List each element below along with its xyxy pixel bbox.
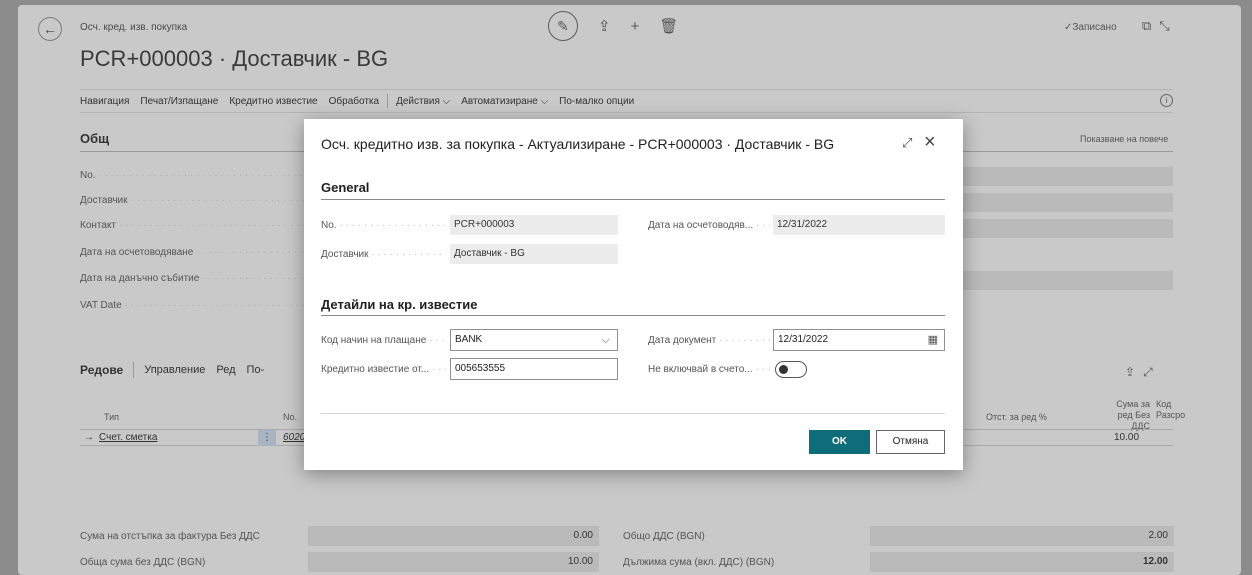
- window-icons: ⧉⤡: [1142, 18, 1178, 34]
- divider: [387, 94, 389, 108]
- doc-date-value: 12/31/2022: [778, 334, 829, 345]
- nav-automate[interactable]: Автоматизиране ⌵: [461, 96, 548, 107]
- divider: [963, 151, 1173, 152]
- exclude-toggle[interactable]: [775, 361, 807, 378]
- expand-icon[interactable]: ⤢: [902, 135, 912, 151]
- doc-date-input[interactable]: 12/31/2022 ▦: [773, 329, 945, 351]
- lines-line[interactable]: Ред: [216, 364, 235, 376]
- field-value-box: [963, 193, 1173, 212]
- divider: [321, 413, 945, 414]
- add-icon[interactable]: +: [631, 18, 640, 35]
- posting-date-value: 12/31/2022: [773, 215, 945, 235]
- exclude-label: Не включвай в счето...: [648, 364, 773, 375]
- row-menu-icon[interactable]: ⋮: [258, 430, 276, 446]
- share-icon[interactable]: ⇪: [598, 17, 611, 35]
- total-net-label: Обща сума без ДДС (BGN): [80, 557, 206, 568]
- nav-actions[interactable]: Действия ⌵: [396, 96, 450, 107]
- dialog-title: Осч. кредитно изв. за покупка - Актуализ…: [321, 136, 835, 152]
- edit-icon[interactable]: ✎: [548, 11, 578, 41]
- payment-method-select[interactable]: BANK ⌵: [450, 329, 618, 351]
- lines-manage[interactable]: Управление: [144, 364, 205, 376]
- payment-method-value: BANK: [455, 334, 483, 345]
- divider: [133, 362, 135, 378]
- field-tax-date-label: Дата на данъчно събитие: [80, 273, 305, 284]
- table-row-right: [963, 429, 1173, 446]
- field-value-box: [963, 167, 1173, 186]
- field-posting-date-label: Дата на осчетоводяване: [80, 247, 305, 258]
- general-section-title[interactable]: Общ: [80, 131, 109, 146]
- col-type: Тип: [104, 412, 120, 422]
- row-no-link[interactable]: 6020: [283, 432, 305, 443]
- total-net-value: 10.00: [308, 552, 599, 572]
- lines-toolbar: Редове Управление Ред По-: [80, 362, 275, 378]
- page-toolbar: ✎ ⇪ + 🗑: [548, 11, 678, 41]
- field-value-box: [963, 219, 1173, 238]
- row-arrow-icon: →: [84, 432, 94, 443]
- payment-method-label: Код начин на плащане: [321, 335, 446, 346]
- nav-print-send[interactable]: Печат/Изпащане: [140, 96, 218, 107]
- field-contact-label: Контакт: [80, 220, 305, 231]
- divider: [321, 199, 945, 200]
- page-title: PCR+000003 · Доставчик - BG: [80, 46, 389, 71]
- no-value: PCR+000003: [450, 215, 618, 235]
- field-value-box: [963, 271, 1173, 290]
- info-icon[interactable]: i: [1160, 94, 1173, 107]
- chevron-down-icon: ⌵: [601, 334, 610, 346]
- lines-icons: ⇪⤢: [1125, 365, 1161, 380]
- row-type-link[interactable]: Счет. сметка: [99, 432, 157, 443]
- col-no: No.: [283, 412, 298, 422]
- delete-icon[interactable]: 🗑: [659, 17, 678, 35]
- divider: [321, 315, 945, 316]
- col-code: Код Разсро: [1156, 399, 1186, 420]
- table-row[interactable]: → Счет. сметка ⋮ 6020: [80, 429, 305, 446]
- lines-more[interactable]: По-: [247, 364, 265, 376]
- cancel-button[interactable]: Отмяна: [876, 430, 945, 454]
- open-new-window-icon[interactable]: ⧉: [1142, 18, 1159, 33]
- saved-status: ✓Записано: [1064, 22, 1117, 33]
- field-no-label: No.: [80, 170, 305, 181]
- collapse-icon[interactable]: ⤡: [1159, 18, 1177, 33]
- update-dialog: Осч. кредитно изв. за покупка - Актуализ…: [304, 119, 963, 470]
- vendor-value: Доставчик - BG: [450, 244, 618, 264]
- nav-credit-memo[interactable]: Кредитно известие: [229, 96, 317, 107]
- ok-button[interactable]: OK: [809, 430, 870, 454]
- total-due-value: 12.00: [870, 552, 1174, 572]
- back-arrow-icon[interactable]: ←: [38, 17, 62, 41]
- expand-icon[interactable]: ⤢: [1143, 365, 1161, 379]
- details-section-header: Детайли на кр. известие: [321, 297, 478, 312]
- row-amount: 10.00: [1114, 432, 1140, 443]
- total-discount-value: 0.00: [308, 526, 599, 546]
- nav-navigation[interactable]: Навигация: [80, 96, 129, 107]
- toggle-knob: [779, 365, 788, 374]
- nav-fewer-options[interactable]: По-малко опции: [559, 96, 634, 107]
- field-vendor-label: Доставчик: [80, 195, 305, 206]
- total-due-label: Дължима сума (вкл. ДДС) (BGN): [623, 557, 775, 568]
- show-more-link[interactable]: Показване на повече: [1080, 134, 1168, 144]
- page-subtitle: Осч. кред. изв. покупка: [80, 22, 188, 33]
- col-amount: Сума за ред Без ДДС: [1116, 399, 1150, 431]
- total-vat-label: Общо ДДС (BGN): [623, 531, 705, 542]
- no-label: No.: [321, 220, 446, 231]
- vendor-label: Доставчик: [321, 249, 446, 260]
- total-vat-value: 2.00: [870, 526, 1174, 546]
- calendar-icon[interactable]: ▦: [928, 330, 938, 350]
- share-icon[interactable]: ⇪: [1125, 365, 1143, 379]
- total-discount-label: Сума на отстъпка за фактура Без ДДС: [80, 531, 260, 542]
- action-bar: Навигация Печат/Изпащане Кредитно извест…: [80, 89, 1173, 113]
- col-discount: Отст. за ред %: [986, 412, 1047, 422]
- divider: [80, 151, 305, 152]
- doc-date-label: Дата документ: [648, 335, 773, 346]
- posting-date-label: Дата на осчетоводяв...: [648, 220, 773, 231]
- credit-memo-input[interactable]: 005653555: [450, 358, 618, 380]
- credit-memo-label: Кредитно известие от...: [321, 364, 446, 375]
- field-vat-date-label: VAT Date: [80, 300, 305, 311]
- general-section-header: General: [321, 180, 370, 195]
- close-icon[interactable]: ×: [924, 131, 936, 154]
- lines-title[interactable]: Редове: [80, 363, 123, 377]
- nav-process[interactable]: Обработка: [329, 96, 379, 107]
